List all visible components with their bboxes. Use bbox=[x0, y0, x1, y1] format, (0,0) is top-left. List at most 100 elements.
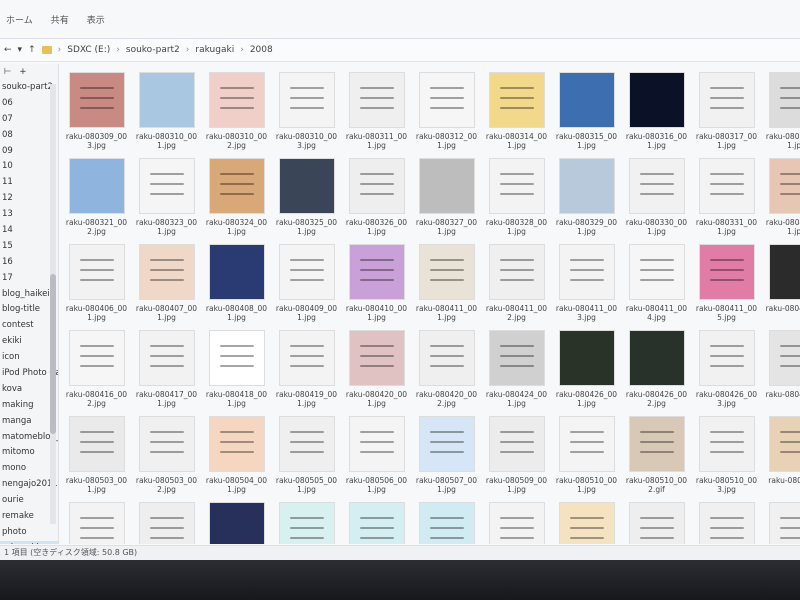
file-item[interactable]: raku-080412.jpg bbox=[762, 236, 800, 322]
file-thumbnail[interactable] bbox=[418, 330, 475, 386]
file-thumbnail[interactable] bbox=[628, 158, 685, 214]
file-item[interactable]: raku-080507_001.jpg bbox=[412, 408, 481, 494]
breadcrumb-folder[interactable]: souko-part2 bbox=[126, 45, 180, 55]
file-item[interactable]: raku-080503_002.jpg bbox=[132, 408, 201, 494]
nav-scrollbar[interactable] bbox=[50, 84, 56, 524]
file-item[interactable] bbox=[692, 494, 761, 544]
file-thumbnail[interactable] bbox=[488, 158, 545, 214]
file-item[interactable]: raku-080326_001.jpg bbox=[342, 150, 411, 236]
file-thumbnail[interactable] bbox=[698, 330, 755, 386]
file-thumbnail[interactable] bbox=[488, 502, 545, 544]
file-item[interactable]: raku-080416_002.jpg bbox=[62, 322, 131, 408]
file-item[interactable] bbox=[342, 494, 411, 544]
file-item[interactable]: raku-080510_0 bbox=[762, 408, 800, 494]
file-item[interactable]: raku-080411_003.jpg bbox=[552, 236, 621, 322]
ribbon-tab-home[interactable]: ホーム bbox=[6, 13, 33, 26]
file-thumbnail[interactable] bbox=[138, 72, 195, 128]
file-item[interactable]: raku-080410_001.jpg bbox=[342, 236, 411, 322]
file-thumbnail[interactable] bbox=[208, 244, 265, 300]
file-thumbnail[interactable] bbox=[628, 416, 685, 472]
file-item[interactable]: raku-080411_001.jpg bbox=[412, 236, 481, 322]
file-thumbnail[interactable] bbox=[208, 72, 265, 128]
file-thumbnail[interactable] bbox=[138, 158, 195, 214]
file-thumbnail[interactable] bbox=[558, 330, 615, 386]
file-item[interactable]: raku-080329_001.jpg bbox=[552, 150, 621, 236]
file-item[interactable]: raku-080408_001.jpg bbox=[202, 236, 271, 322]
file-thumbnail[interactable] bbox=[68, 72, 125, 128]
file-thumbnail[interactable] bbox=[278, 72, 335, 128]
file-thumbnail[interactable] bbox=[768, 244, 800, 300]
sidebar-item[interactable]: rakugaki bbox=[0, 540, 58, 544]
file-item[interactable]: raku-080327_001.jpg bbox=[412, 150, 481, 236]
file-item[interactable] bbox=[622, 494, 691, 544]
file-thumbnail[interactable] bbox=[348, 330, 405, 386]
file-thumbnail[interactable] bbox=[418, 72, 475, 128]
file-item[interactable]: raku-080505_001.jpg bbox=[272, 408, 341, 494]
file-item[interactable] bbox=[202, 494, 271, 544]
file-thumbnail[interactable] bbox=[418, 158, 475, 214]
file-item[interactable]: raku-080417_001.jpg bbox=[132, 322, 201, 408]
file-thumbnail[interactable] bbox=[698, 244, 755, 300]
file-thumbnail[interactable] bbox=[68, 502, 125, 544]
file-item[interactable]: raku-080325_001.jpg bbox=[272, 150, 341, 236]
file-item[interactable]: raku-080510_003.jpg bbox=[692, 408, 761, 494]
file-item[interactable]: raku-080324_001.jpg bbox=[202, 150, 271, 236]
breadcrumb-drive[interactable]: SDXC (E:) bbox=[67, 45, 110, 55]
add-icon[interactable]: + bbox=[19, 67, 26, 77]
file-item[interactable]: raku-080426_001.jpg bbox=[552, 322, 621, 408]
file-item[interactable]: raku-080406_001.jpg bbox=[62, 236, 131, 322]
file-thumbnail[interactable] bbox=[698, 72, 755, 128]
ribbon-tab-view[interactable]: 表示 bbox=[87, 13, 105, 26]
file-thumbnail[interactable] bbox=[68, 416, 125, 472]
file-item[interactable]: raku-080510_001.jpg bbox=[552, 408, 621, 494]
file-item[interactable] bbox=[412, 494, 481, 544]
file-item[interactable]: raku-080314_001.jpg bbox=[482, 64, 551, 150]
file-thumbnail[interactable] bbox=[278, 416, 335, 472]
chevron-down-icon[interactable]: ▾ bbox=[18, 45, 23, 55]
file-thumbnail[interactable] bbox=[768, 416, 800, 472]
file-thumbnail[interactable] bbox=[208, 416, 265, 472]
address-bar[interactable]: ← ▾ ↑ › SDXC (E:) › souko-part2 › rakuga… bbox=[0, 38, 800, 62]
file-item[interactable] bbox=[482, 494, 551, 544]
file-item[interactable]: raku-080317_001.jpg bbox=[692, 64, 761, 150]
file-item[interactable]: raku-080311_001.jpg bbox=[342, 64, 411, 150]
pin-icon[interactable]: ⊢ bbox=[4, 67, 11, 77]
file-thumbnail[interactable] bbox=[418, 416, 475, 472]
file-thumbnail[interactable] bbox=[138, 502, 195, 544]
file-item[interactable]: raku-080316_001.jpg bbox=[622, 64, 691, 150]
file-thumbnail[interactable] bbox=[348, 502, 405, 544]
file-thumbnail[interactable] bbox=[418, 244, 475, 300]
file-thumbnail[interactable] bbox=[138, 416, 195, 472]
file-thumbnail[interactable] bbox=[68, 330, 125, 386]
file-thumbnail[interactable] bbox=[348, 244, 405, 300]
file-item[interactable]: raku-080310_001.jpg bbox=[132, 64, 201, 150]
file-item[interactable]: raku-080411_005.jpg bbox=[692, 236, 761, 322]
file-item[interactable]: raku-080310_003.jpg bbox=[272, 64, 341, 150]
file-item[interactable]: raku-080401_001.jpg bbox=[762, 150, 800, 236]
file-thumbnail[interactable] bbox=[768, 72, 800, 128]
file-item[interactable] bbox=[552, 494, 621, 544]
file-item[interactable]: raku-080426_002.jpg bbox=[622, 322, 691, 408]
file-item[interactable]: raku-080427.jpg bbox=[762, 322, 800, 408]
file-thumbnail[interactable] bbox=[488, 72, 545, 128]
file-thumbnail[interactable] bbox=[558, 502, 615, 544]
file-thumbnail[interactable] bbox=[208, 330, 265, 386]
up-arrow-icon[interactable]: ↑ bbox=[28, 45, 36, 55]
file-item[interactable]: raku-080420_001.jpg bbox=[342, 322, 411, 408]
file-thumbnail[interactable] bbox=[418, 502, 475, 544]
file-item[interactable]: raku-080310_002.jpg bbox=[202, 64, 271, 150]
file-item[interactable]: raku-080309_003.jpg bbox=[62, 64, 131, 150]
file-thumbnail[interactable] bbox=[348, 416, 405, 472]
file-thumbnail[interactable] bbox=[628, 244, 685, 300]
file-thumbnail[interactable] bbox=[698, 502, 755, 544]
file-item[interactable]: raku-080509_001.jpg bbox=[482, 408, 551, 494]
file-thumbnail[interactable] bbox=[768, 502, 800, 544]
file-thumbnail[interactable] bbox=[68, 244, 125, 300]
file-item[interactable]: raku-080330_001.jpg bbox=[622, 150, 691, 236]
file-item[interactable]: raku-080424_001.jpg bbox=[482, 322, 551, 408]
file-thumbnail[interactable] bbox=[698, 416, 755, 472]
file-item[interactable]: raku-080409_001.jpg bbox=[272, 236, 341, 322]
file-thumbnail[interactable] bbox=[208, 158, 265, 214]
file-thumbnail[interactable] bbox=[488, 416, 545, 472]
file-thumbnail[interactable] bbox=[488, 330, 545, 386]
